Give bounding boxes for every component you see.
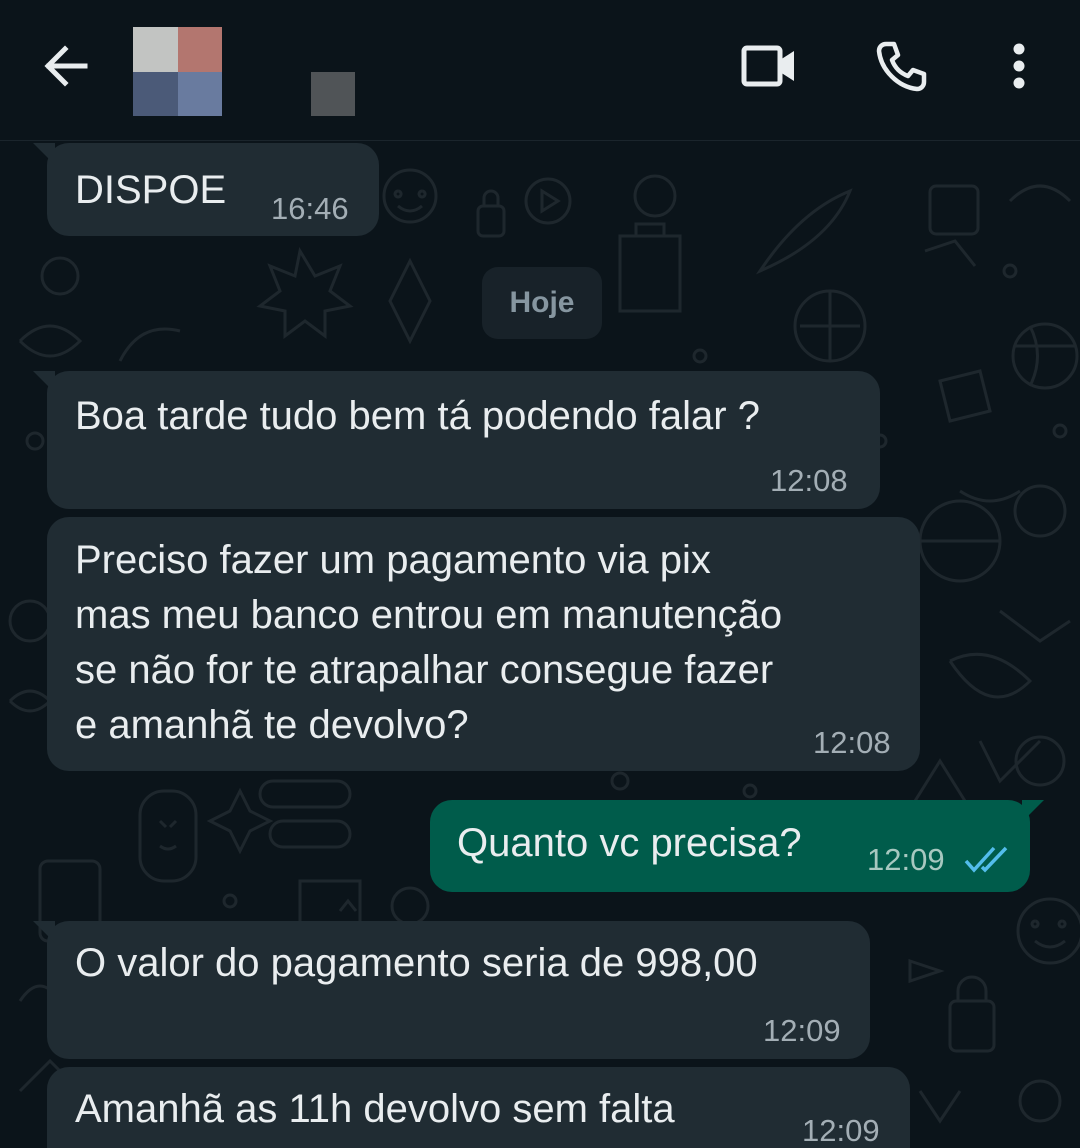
more-options-button[interactable]: [990, 30, 1048, 102]
message-text-line: Preciso fazer um pagamento via pix: [75, 538, 711, 582]
message-bubble-incoming[interactable]: Amanhã as 11h devolvo sem falta 12:09: [47, 1067, 910, 1148]
message-text-line: se não for te atrapalhar consegue fazer: [75, 648, 774, 692]
bubble-tail: [33, 371, 55, 393]
date-separator-label: Hoje: [509, 286, 575, 319]
double-check-icon: [964, 846, 1008, 873]
message-list[interactable]: DISPOE 16:46 Hoje Boa tarde tudo bem tá …: [0, 141, 1080, 1148]
message-time: 12:08: [770, 463, 848, 498]
more-vertical-icon: [1013, 43, 1025, 89]
message-time: 12:09: [802, 1113, 880, 1148]
message-text-line: e amanhã te devolvo?: [75, 703, 469, 747]
message-time: 12:09: [763, 1013, 841, 1048]
message-bubble-incoming[interactable]: Boa tarde tudo bem tá podendo falar ? 12…: [33, 371, 880, 509]
avatar-pixel: [177, 27, 222, 72]
message-time: 12:09: [867, 842, 945, 877]
video-call-button[interactable]: [730, 30, 810, 102]
message-text: O valor do pagamento seria de 998,00: [75, 941, 758, 985]
message-bubble-incoming[interactable]: O valor do pagamento seria de 998,00 12:…: [33, 921, 870, 1059]
message-time: 12:08: [813, 725, 891, 760]
date-separator: Hoje: [482, 267, 602, 339]
message-bubble-incoming[interactable]: Preciso fazer um pagamento via pix mas m…: [47, 517, 920, 771]
bubble-tail: [33, 143, 55, 165]
phone-icon: [876, 41, 927, 92]
video-call-icon: [741, 45, 794, 87]
contact-avatar[interactable]: [133, 27, 222, 116]
message-text-line: mas meu banco entrou em manutenção: [75, 593, 783, 637]
message-bubble-incoming[interactable]: DISPOE 16:46: [33, 143, 379, 236]
arrow-left-icon: [44, 45, 88, 87]
voice-call-button[interactable]: [862, 30, 942, 102]
contact-name-redacted[interactable]: [311, 72, 355, 116]
avatar-pixel: [133, 71, 178, 116]
message-text: Amanhã as 11h devolvo sem falta: [75, 1087, 675, 1131]
bubble-tail: [1022, 800, 1044, 822]
message-bubble-outgoing[interactable]: Quanto vc precisa? 12:09: [430, 800, 1044, 892]
message-text: Quanto vc precisa?: [457, 821, 802, 865]
chat-header: [0, 0, 1080, 141]
avatar-pixel: [133, 27, 178, 72]
message-text: DISPOE: [75, 168, 227, 212]
message-time: 16:46: [271, 191, 349, 226]
bubble-tail: [33, 921, 55, 943]
back-button[interactable]: [30, 30, 102, 102]
message-text: Boa tarde tudo bem tá podendo falar ?: [75, 394, 760, 438]
avatar-pixel: [177, 71, 222, 116]
